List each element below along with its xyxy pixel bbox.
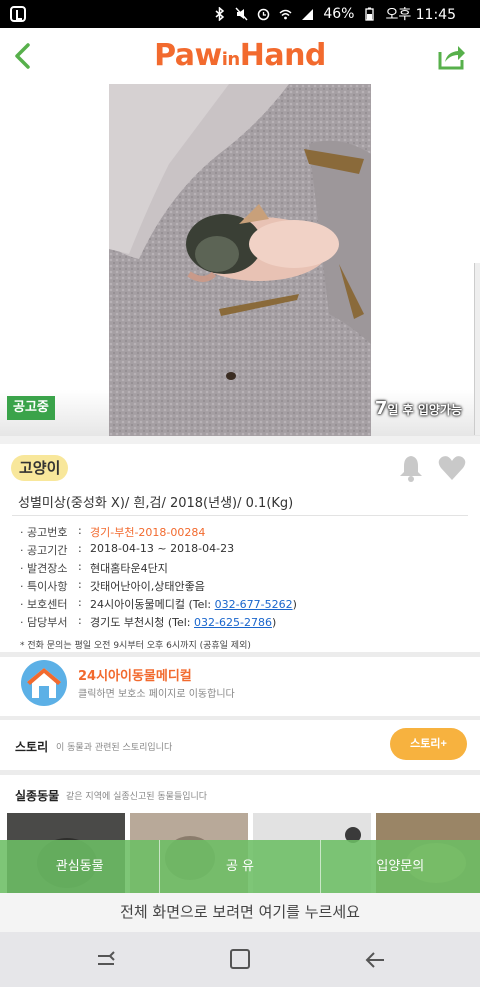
shelter-subtitle: 클릭하면 보호소 페이지로 이동합니다 — [78, 689, 235, 700]
bottom-action-bar: 관심동물 공 유 입양문의 — [0, 840, 480, 893]
shelter-link[interactable]: 24시아이동물메디컬 클릭하면 보호소 페이지로 이동합니다 — [0, 657, 480, 715]
recent-apps-icon[interactable] — [96, 950, 116, 970]
alarm-icon — [258, 8, 270, 21]
bluetooth-icon — [215, 7, 225, 21]
detail-row-notice-no: 공고번호: 경기-부천-2018-00284 — [20, 524, 470, 542]
dept-phone-link[interactable]: 032-625-2786 — [194, 616, 272, 629]
edge-scroll-handle[interactable] — [474, 263, 480, 435]
fullscreen-prompt[interactable]: 전체 화면으로 보려면 여기를 누르세요 — [0, 893, 480, 932]
divider — [12, 515, 468, 516]
app-logo: PawinHand — [154, 38, 326, 73]
shelter-center: 24시아이동물메디컬 (Tel: 032-677-5262) — [90, 598, 297, 611]
shelter-house-icon — [21, 660, 67, 706]
adoption-inquiry-button[interactable]: 입양문의 — [321, 840, 480, 893]
notice-period: 2018-04-13 ~ 2018-04-23 — [90, 542, 235, 555]
animal-summary: 성별미상(중성화 X)/ 흰,검/ 2018(년생)/ 0.1(Kg) — [18, 496, 294, 511]
status-bar: 46% 오후 11:45 — [0, 0, 480, 28]
home-button-icon[interactable] — [230, 949, 250, 969]
detail-row-dept: 담당부서: 경기도 부천시청 (Tel: 032-625-2786) — [20, 614, 470, 632]
section-divider — [0, 716, 480, 720]
system-nav-bar — [0, 932, 480, 987]
story-desc: 이 동물과 관련된 스토리입니다 — [56, 743, 173, 753]
animal-photo[interactable] — [109, 84, 371, 436]
heart-icon[interactable] — [438, 455, 466, 481]
interest-animal-button[interactable]: 관심동물 — [0, 840, 161, 893]
notice-details: 공고번호: 경기-부천-2018-00284 공고기간: 2018-04-13 … — [20, 524, 470, 651]
detail-row-center: 보호센터: 24시아이동물메디컬 (Tel: 032-677-5262) — [20, 596, 470, 614]
mute-icon — [235, 7, 248, 21]
signal-icon — [302, 9, 314, 20]
section-divider — [0, 770, 480, 775]
shelter-name: 24시아이동물메디컬 — [78, 669, 192, 684]
detail-row-special: 특이사항: 갓태어난아이,상태안좋음 — [20, 578, 470, 596]
story-plus-button[interactable]: 스토리+ — [390, 728, 467, 760]
battery-percent: 46% — [323, 6, 355, 22]
section-divider — [0, 436, 480, 444]
bell-icon[interactable] — [398, 454, 424, 482]
notice-number: 경기-부천-2018-00284 — [90, 526, 206, 539]
notice-status-badge: 공고중 — [7, 396, 55, 420]
app-notification-icon — [10, 6, 26, 22]
missing-animals-desc: 같은 지역에 실종신고된 동물들입니다 — [66, 792, 208, 802]
share-button[interactable]: 공 유 — [160, 840, 321, 893]
battery-icon — [365, 7, 375, 21]
app-header: PawinHand — [0, 28, 480, 84]
species-badge: 고양이 — [11, 455, 69, 481]
special-notes: 갓태어난아이,상태안좋음 — [90, 580, 205, 593]
phone-hours-note: * 전화 문의는 평일 오전 9시부터 오후 6시까지 (공휴일 제외) — [20, 641, 251, 651]
center-phone-link[interactable]: 032-677-5262 — [215, 598, 293, 611]
department: 경기도 부천시청 (Tel: 032-625-2786) — [90, 616, 277, 629]
system-back-icon[interactable] — [364, 949, 386, 971]
clock: 오후 11:45 — [385, 7, 456, 23]
missing-animals-title: 실종동물 — [15, 789, 60, 803]
adoption-days-left: 7일 후 입양가능 — [374, 398, 462, 419]
story-title: 스토리 — [15, 740, 49, 754]
wifi-icon — [279, 9, 292, 20]
detail-row-found: 발견장소: 현대홈타운4단지 — [20, 560, 470, 578]
share-icon[interactable] — [436, 40, 468, 72]
detail-row-period: 공고기간: 2018-04-13 ~ 2018-04-23 — [20, 542, 470, 560]
found-place: 현대홈타운4단지 — [90, 562, 168, 575]
